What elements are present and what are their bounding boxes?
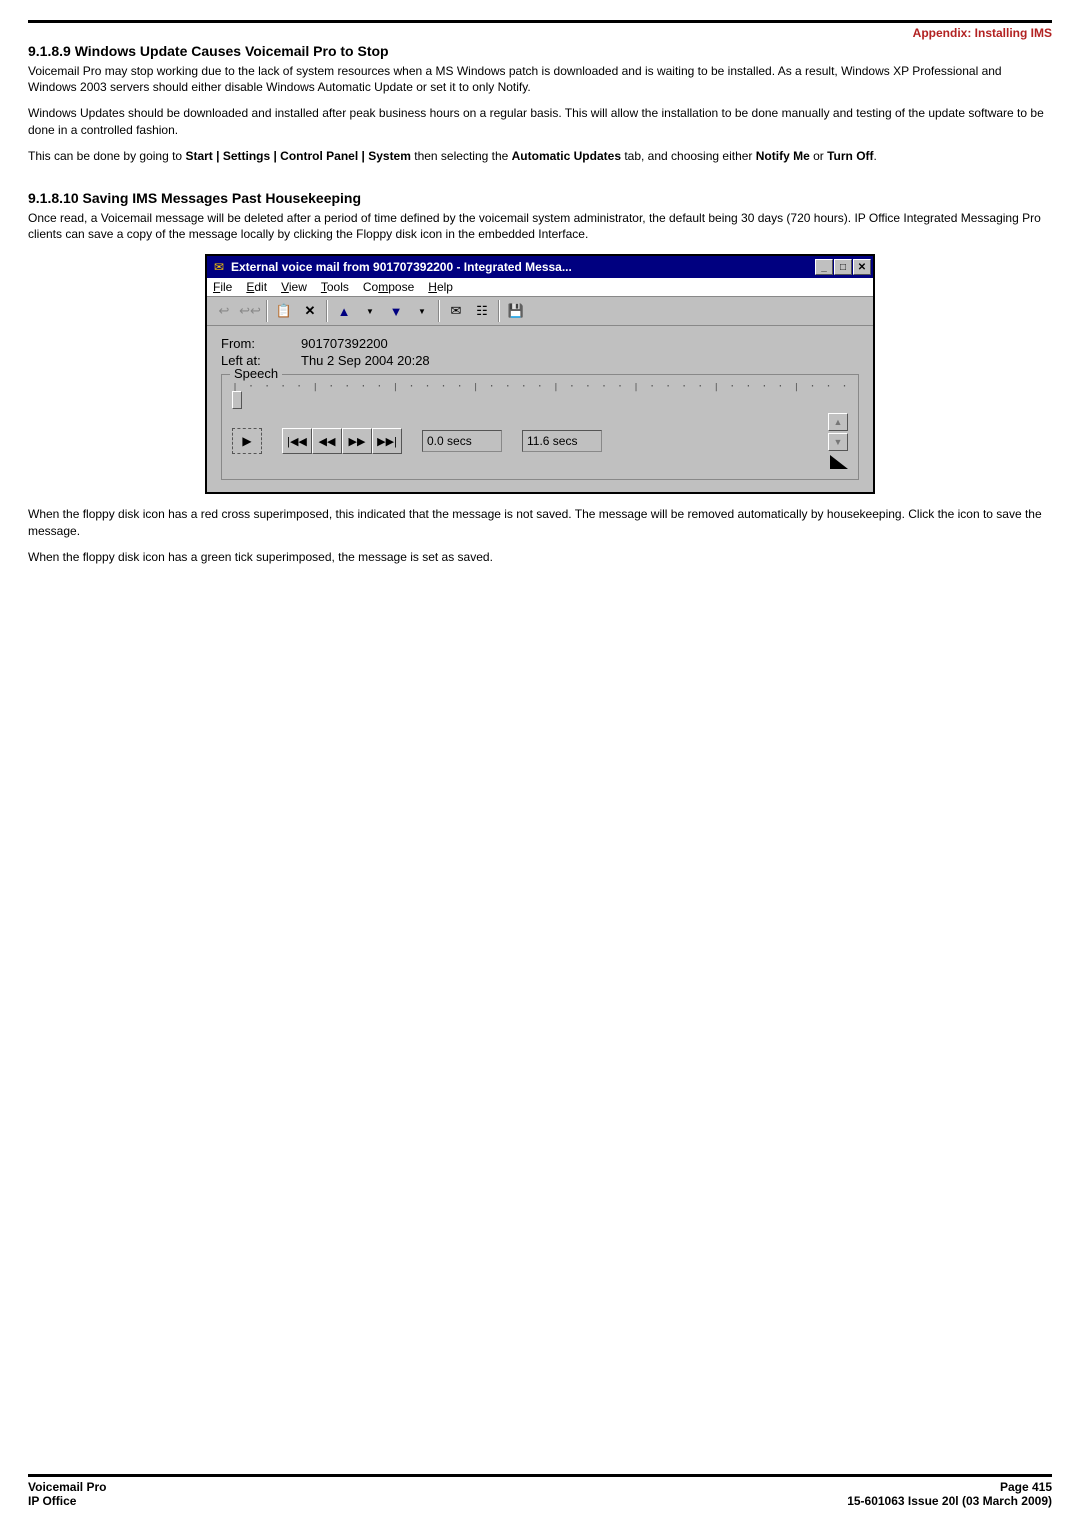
volume-control: ▲ ▼ <box>828 413 848 469</box>
from-value: 901707392200 <box>301 336 388 351</box>
controls-row: ▶ |◀◀ ◀◀ ▶▶ ▶▶| 0.0 secs 11.6 secs ▲ ▼ <box>232 413 848 469</box>
p3-b: Start | Settings | Control Panel | Syste… <box>185 149 410 163</box>
section2-p2: When the floppy disk icon has a red cros… <box>28 506 1052 538</box>
p3-g: or <box>810 149 827 163</box>
toolbar-sep3 <box>438 300 440 322</box>
menu-edit[interactable]: Edit <box>246 280 267 294</box>
appendix-title: Appendix: Installing IMS <box>28 26 1052 40</box>
p3-d: Automatic Updates <box>512 149 621 163</box>
section2-p3: When the floppy disk icon has a green ti… <box>28 549 1052 565</box>
menu-help[interactable]: Help <box>428 280 453 294</box>
left-at-value: Thu 2 Sep 2004 20:28 <box>301 353 430 368</box>
dropdown2-icon[interactable]: ▼ <box>409 299 435 323</box>
p3-f: Notify Me <box>756 149 810 163</box>
section-919-title: 9.1.8.9 Windows Update Causes Voicemail … <box>28 43 1052 59</box>
slider-thumb[interactable] <box>232 391 242 409</box>
delete-icon[interactable]: ✕ <box>297 299 323 323</box>
forward-button[interactable]: ▶▶ <box>342 428 372 454</box>
toolbar-sep4 <box>498 300 500 322</box>
footer-rule <box>28 1474 1052 1477</box>
dialog-screenshot: ✉ External voice mail from 901707392200 … <box>28 254 1052 494</box>
p3-a: This can be done by going to <box>28 149 185 163</box>
section1-p2: Windows Updates should be downloaded and… <box>28 105 1052 137</box>
reply-icon[interactable]: ↩ <box>211 299 237 323</box>
skip-start-button[interactable]: |◀◀ <box>282 428 312 454</box>
page-footer: Voicemail Pro Page 415 IP Office 15-6010… <box>28 1474 1052 1508</box>
speech-fieldset: Speech | · · · · | · · · · | · · · · | ·… <box>221 374 859 480</box>
volume-up-button[interactable]: ▲ <box>828 413 848 431</box>
voicemail-dialog: ✉ External voice mail from 901707392200 … <box>205 254 875 494</box>
menu-compose[interactable]: Compose <box>363 280 414 294</box>
rewind-button[interactable]: ◀◀ <box>312 428 342 454</box>
maximize-button[interactable]: □ <box>834 259 852 275</box>
header-rule <box>28 20 1052 23</box>
p3-e: tab, and choosing either <box>621 149 756 163</box>
close-button[interactable]: ✕ <box>853 259 871 275</box>
properties-icon[interactable]: ☷ <box>469 299 495 323</box>
volume-icon <box>830 455 848 469</box>
p3-c: then selecting the <box>411 149 512 163</box>
toolbar: ↩ ↩↩ 📋 ✕ ▲ ▼ ▼ ▼ ✉ ☷ 💾 <box>207 297 873 326</box>
play-button[interactable]: ▶ <box>232 428 262 454</box>
speech-legend: Speech <box>230 366 282 381</box>
toolbar-sep2 <box>326 300 328 322</box>
left-at-row: Left at: Thu 2 Sep 2004 20:28 <box>221 353 859 368</box>
titlebar[interactable]: ✉ External voice mail from 901707392200 … <box>207 256 873 278</box>
current-time: 0.0 secs <box>422 430 502 452</box>
from-row: From: 901707392200 <box>221 336 859 351</box>
menubar: File Edit View Tools Compose Help <box>207 278 873 297</box>
dropdown1-icon[interactable]: ▼ <box>357 299 383 323</box>
section2-p1: Once read, a Voicemail message will be d… <box>28 210 1052 242</box>
menu-view[interactable]: View <box>281 280 307 294</box>
footer-left1: Voicemail Pro <box>28 1480 106 1494</box>
floppy-save-icon[interactable]: 💾 <box>503 299 529 323</box>
section1-p1: Voicemail Pro may stop working due to th… <box>28 63 1052 95</box>
section-9110-title: 9.1.8.10 Saving IMS Messages Past Housek… <box>28 190 1052 206</box>
titlebar-text: External voice mail from 901707392200 - … <box>231 260 815 274</box>
up-arrow-icon[interactable]: ▲ <box>331 299 357 323</box>
footer-left2: IP Office <box>28 1494 76 1508</box>
mail-icon: ✉ <box>211 259 227 275</box>
volume-down-button[interactable]: ▼ <box>828 433 848 451</box>
from-label: From: <box>221 336 301 351</box>
minimize-button[interactable]: _ <box>815 259 833 275</box>
nav-buttons: |◀◀ ◀◀ ▶▶ ▶▶| <box>282 428 402 454</box>
envelope-icon[interactable]: ✉ <box>443 299 469 323</box>
footer-right2: 15-601063 Issue 20l (03 March 2009) <box>847 1494 1052 1508</box>
copy-icon[interactable]: 📋 <box>271 299 297 323</box>
menu-file[interactable]: File <box>213 280 232 294</box>
menu-tools[interactable]: Tools <box>321 280 349 294</box>
section1-p3: This can be done by going to Start | Set… <box>28 148 1052 164</box>
reply-all-icon[interactable]: ↩↩ <box>237 299 263 323</box>
position-slider[interactable] <box>232 397 848 405</box>
p3-i: . <box>874 149 877 163</box>
toolbar-sep1 <box>266 300 268 322</box>
down-arrow-icon[interactable]: ▼ <box>383 299 409 323</box>
total-time: 11.6 secs <box>522 430 602 452</box>
p3-h: Turn Off <box>827 149 873 163</box>
timeline-ticks: | · · · · | · · · · | · · · · | · · · · … <box>232 383 848 397</box>
dialog-body: From: 901707392200 Left at: Thu 2 Sep 20… <box>207 326 873 492</box>
skip-end-button[interactable]: ▶▶| <box>372 428 402 454</box>
footer-right1: Page 415 <box>1000 1480 1052 1494</box>
